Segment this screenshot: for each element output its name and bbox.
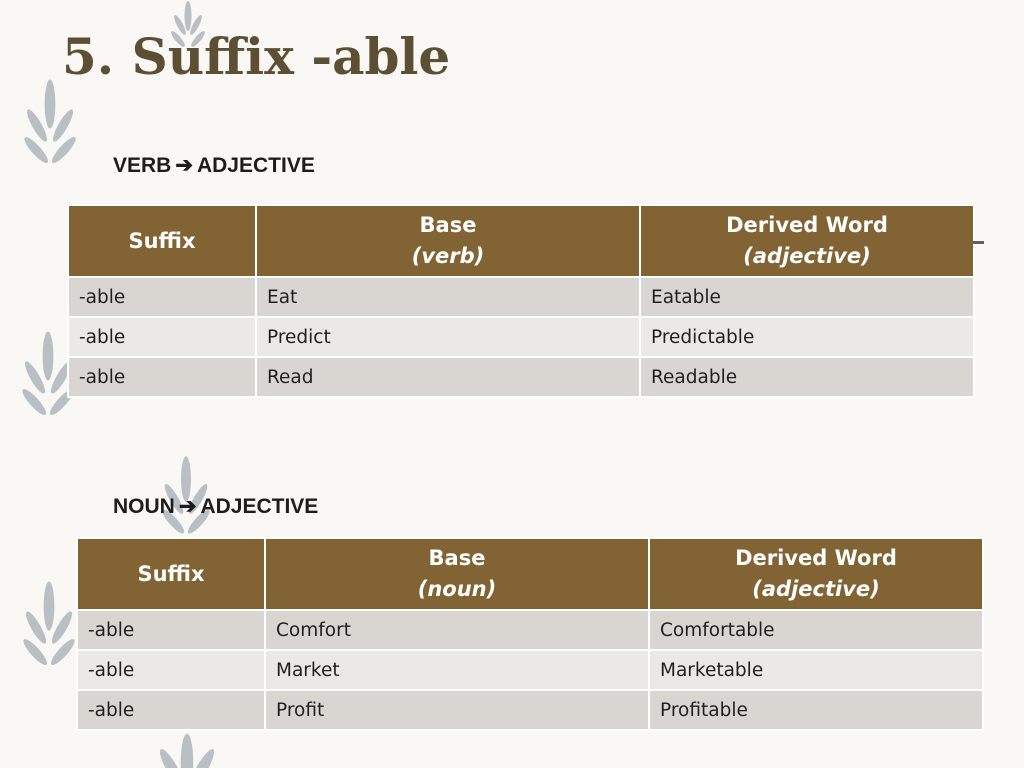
label-to: ADJECTIVE: [200, 495, 319, 518]
arrow-right-icon: ➔: [178, 495, 197, 518]
cell-base: Comfort: [264, 609, 650, 651]
cell-derived: Eatable: [639, 276, 975, 318]
table-row: -able Market Marketable: [76, 649, 984, 691]
cell-suffix: -able: [67, 356, 257, 398]
header-derived: Derived Word (adjective): [639, 204, 975, 278]
header-derived-label: Derived Word: [726, 213, 888, 237]
header-base-sub: (noun): [417, 577, 497, 601]
arrow-right-icon: ➔: [175, 154, 193, 177]
leaf-sprig-icon: [23, 581, 75, 665]
leaf-sprig-icon: [160, 733, 214, 768]
cell-base: Eat: [255, 276, 641, 318]
cell-suffix: -able: [76, 609, 266, 651]
cell-base: Read: [255, 356, 641, 398]
header-derived-label: Derived Word: [735, 546, 897, 570]
table-row: -able Eat Eatable: [67, 276, 975, 318]
cell-derived: Readable: [639, 356, 975, 398]
slide-title: 5. Suffix -able: [62, 27, 451, 86]
noun-suffix-table: Suffix Base (noun) Derived Word (adjective…: [76, 537, 984, 731]
cell-suffix: -able: [67, 316, 257, 358]
cell-suffix: -able: [76, 649, 266, 691]
header-derived: Derived Word (adjective): [648, 537, 984, 611]
header-suffix: Suffix: [76, 537, 266, 611]
table-row: -able Profit Profitable: [76, 689, 984, 731]
dash-mark: [973, 241, 984, 244]
verb-suffix-table: Suffix Base (verb) Derived Word (adjective…: [67, 204, 975, 398]
table-row: -able Read Readable: [67, 356, 975, 398]
cell-base: Profit: [264, 689, 650, 731]
label-from: NOUN: [113, 495, 175, 518]
label-to: ADJECTIVE: [196, 154, 315, 177]
cell-derived: Marketable: [648, 649, 984, 691]
header-suffix: Suffix: [67, 204, 257, 278]
cell-suffix: -able: [67, 276, 257, 318]
noun-to-adjective-label: NOUN ➔ ADJECTIVE: [113, 494, 318, 520]
header-derived-sub: (adjective): [752, 577, 880, 601]
cell-derived: Predictable: [639, 316, 975, 358]
cell-derived: Comfortable: [648, 609, 984, 651]
header-base: Base (noun): [264, 537, 650, 611]
cell-base: Market: [264, 649, 650, 691]
table-row: -able Predict Predictable: [67, 316, 975, 358]
cell-suffix: -able: [76, 689, 266, 731]
table-header-row: Suffix Base (verb) Derived Word (adjective…: [67, 204, 975, 278]
table-header-row: Suffix Base (noun) Derived Word (adjective…: [76, 537, 984, 611]
cell-derived: Profitable: [648, 689, 984, 731]
label-from: VERB: [113, 154, 172, 177]
verb-to-adjective-label: VERB ➔ ADJECTIVE: [113, 153, 315, 179]
header-base-label: Base: [428, 546, 486, 570]
table-row: -able Comfort Comfortable: [76, 609, 984, 651]
header-base-label: Base: [419, 213, 477, 237]
header-base: Base (verb): [255, 204, 641, 278]
cell-base: Predict: [255, 316, 641, 358]
header-derived-sub: (adjective): [743, 244, 871, 268]
header-base-sub: (verb): [411, 244, 485, 268]
